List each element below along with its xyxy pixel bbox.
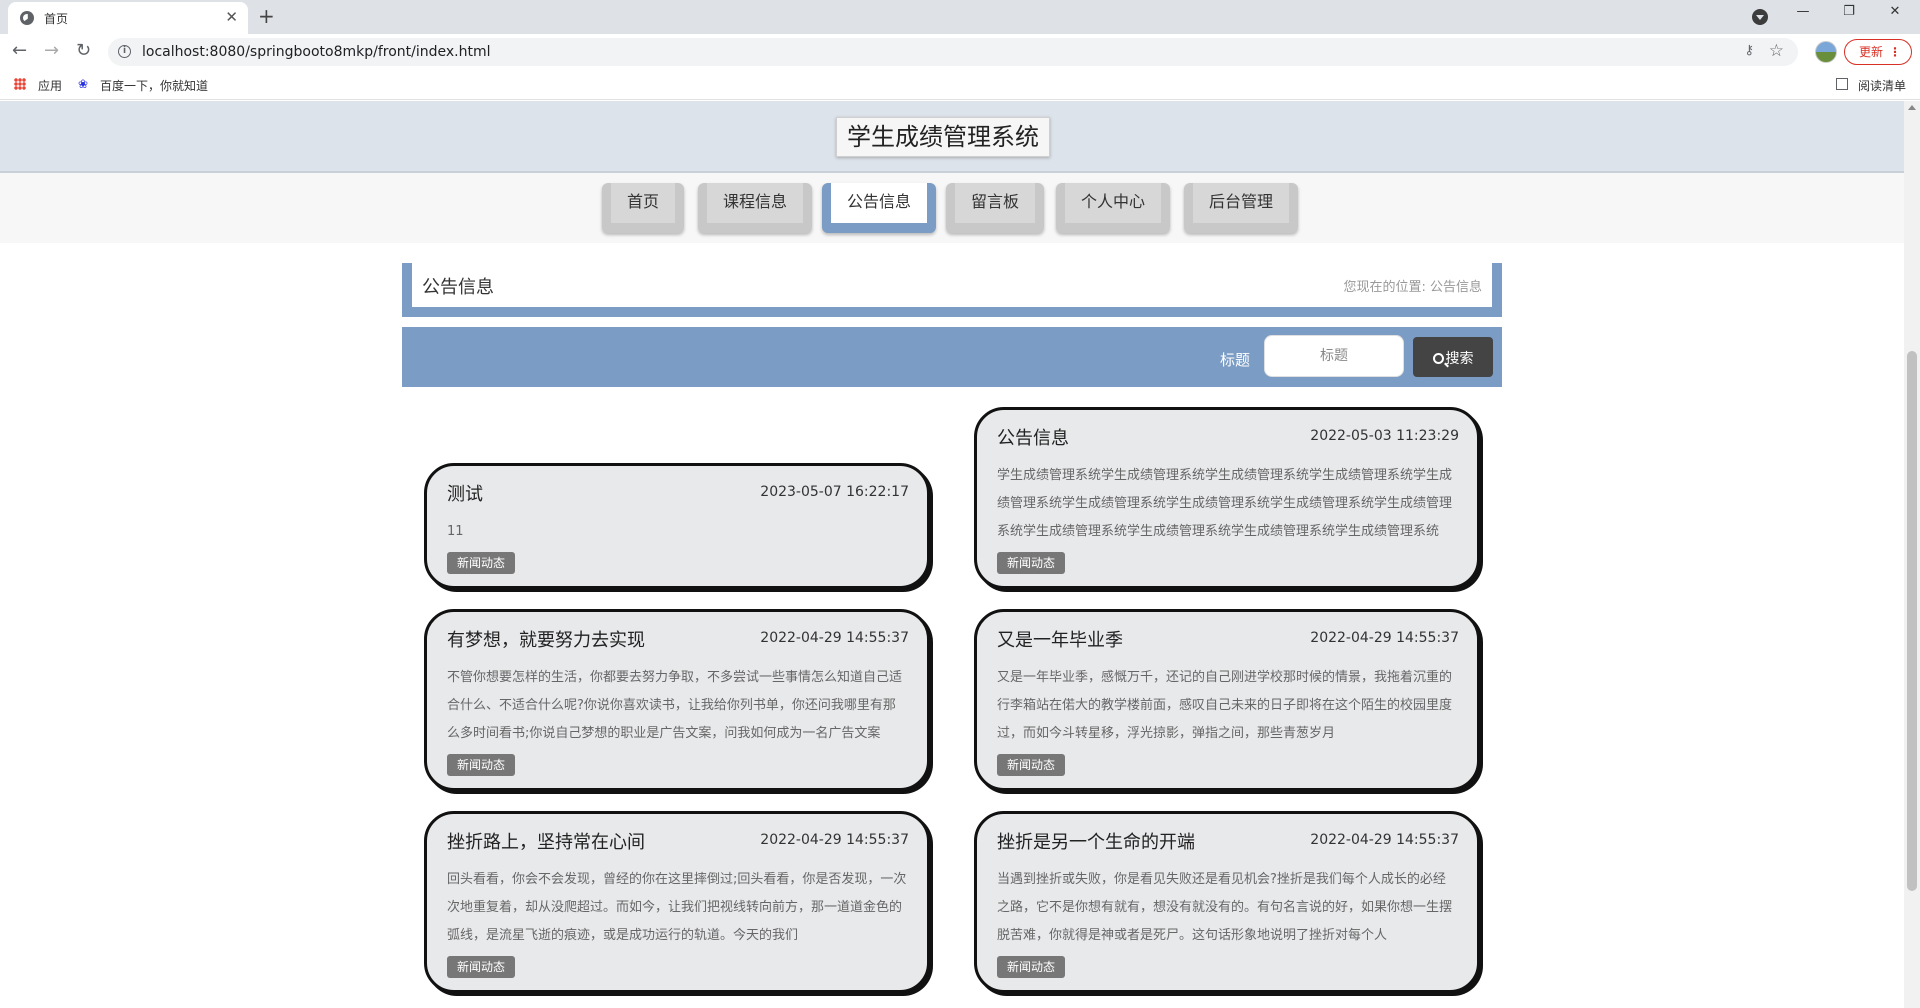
reading-list-button[interactable]: 阅读清单: [1858, 77, 1906, 94]
star-icon[interactable]: ☆: [1769, 41, 1784, 61]
nav-label: 公告信息: [831, 183, 927, 223]
breadcrumb-prefix: 您现在的位置:: [1343, 280, 1426, 295]
search-bar: 标题 搜索: [402, 327, 1502, 387]
nav-label: 首页: [611, 183, 675, 223]
breadcrumb-location: 您现在的位置: 公告信息: [1343, 276, 1482, 295]
update-label: 更新: [1859, 45, 1884, 59]
nav-label: 课程信息: [707, 183, 803, 223]
card-title: 测试: [447, 484, 483, 505]
baidu-paw-icon: ❀: [78, 77, 89, 91]
page-scrollbar[interactable]: [1904, 101, 1920, 1008]
bookmark-apps[interactable]: 应用: [38, 77, 62, 94]
card-body: 当遇到挫折或失败，你是看见失败还是看见机会?挫折是我们每个人成长的必经之路，它不…: [997, 872, 1453, 943]
close-window-icon[interactable]: ✕: [1872, 4, 1918, 28]
card-body: 学生成绩管理系统学生成绩管理系统学生成绩管理系统学生成绩管理系统学生成绩管理系统…: [997, 468, 1453, 539]
card-tag[interactable]: 新闻动态: [447, 956, 516, 978]
card-body: 回头看看，你会不会发现，曾经的你在这里摔倒过;回头看看，你是否发现，一次次地重复…: [447, 872, 907, 943]
card-tag[interactable]: 新闻动态: [447, 552, 516, 574]
bookmarks-bar: 应用 ❀ 百度一下，你就知道 阅读清单: [0, 70, 1920, 100]
forward-arrow-icon[interactable]: →: [44, 40, 59, 61]
breadcrumb-current[interactable]: 公告信息: [1430, 280, 1482, 295]
scrollbar-thumb[interactable]: [1907, 351, 1917, 891]
card-tag[interactable]: 新闻动态: [447, 754, 516, 776]
breadcrumb-inner: 公告信息 您现在的位置: 公告信息: [412, 263, 1492, 307]
card-date: 2023-05-07 16:22:17: [760, 484, 909, 500]
search-button-label: 搜索: [1445, 350, 1474, 366]
reload-icon[interactable]: ↻: [76, 40, 91, 61]
card-body: 又是一年毕业季，感慨万千，还记的自己刚进学校那时候的情景，我拖着沉重的行李箱站在…: [997, 670, 1453, 741]
nav-item-admin[interactable]: 后台管理: [1184, 183, 1298, 233]
nav-label: 留言板: [955, 183, 1035, 223]
tab-close-icon[interactable]: ✕: [225, 8, 238, 26]
key-icon[interactable]: ⚷: [1744, 43, 1754, 58]
apps-grid-icon: [14, 78, 26, 90]
nav-item-announcements[interactable]: 公告信息: [822, 183, 936, 233]
browser-tabstrip: 首页 ✕ + — ❐ ✕: [0, 0, 1920, 34]
nav-label: 后台管理: [1193, 183, 1289, 223]
card-date: 2022-04-29 14:55:37: [760, 630, 909, 646]
minimize-icon[interactable]: —: [1780, 4, 1826, 28]
avatar-icon[interactable]: [1815, 41, 1837, 63]
nav-item-messages[interactable]: 留言板: [946, 183, 1044, 233]
nav-item-courses[interactable]: 课程信息: [698, 183, 812, 233]
scroll-up-icon[interactable]: [1908, 105, 1916, 110]
announcement-card[interactable]: 挫折路上，坚持常在心间 2022-04-29 14:55:37 回头看看，你会不…: [424, 811, 930, 993]
card-title: 有梦想，就要努力去实现: [447, 630, 645, 651]
card-tag[interactable]: 新闻动态: [997, 754, 1066, 776]
restore-icon[interactable]: ❐: [1826, 4, 1872, 28]
card-date: 2022-04-29 14:55:37: [1310, 832, 1459, 848]
announcement-card[interactable]: 公告信息 2022-05-03 11:23:29 学生成绩管理系统学生成绩管理系…: [974, 407, 1480, 589]
card-date: 2022-04-29 14:55:37: [760, 832, 909, 848]
card-tag[interactable]: 新闻动态: [997, 956, 1066, 978]
card-body: 不管你想要怎样的生活，你都要去努力争取，不多尝试一些事情怎么知道自己适合什么、不…: [447, 670, 903, 741]
browser-tab[interactable]: 首页 ✕: [8, 2, 248, 34]
favicon-icon: [20, 11, 34, 25]
announcement-card[interactable]: 挫折是另一个生命的开端 2022-04-29 14:55:37 当遇到挫折或失败…: [974, 811, 1480, 993]
info-icon[interactable]: i: [118, 45, 131, 58]
new-tab-button[interactable]: +: [258, 4, 275, 28]
nav-label: 个人中心: [1065, 183, 1161, 223]
update-button[interactable]: 更新 ⋮: [1844, 39, 1912, 65]
page-viewport: 学生成绩管理系统 首页 课程信息 公告信息 留言板 个人中心 后台管理 公告信息…: [0, 101, 1920, 1008]
announcement-card[interactable]: 有梦想，就要努力去实现 2022-04-29 14:55:37 不管你想要怎样的…: [424, 609, 930, 791]
nav-item-profile[interactable]: 个人中心: [1056, 183, 1170, 233]
search-icon: [1432, 353, 1444, 364]
card-body: 11: [447, 524, 464, 539]
tab-search-icon[interactable]: [1752, 9, 1768, 25]
card-tag[interactable]: 新闻动态: [997, 552, 1066, 574]
url-text[interactable]: localhost:8080/springbooto8mkp/front/ind…: [142, 44, 490, 60]
bookmark-baidu[interactable]: 百度一下，你就知道: [100, 77, 208, 94]
card-title: 公告信息: [997, 428, 1069, 449]
card-date: 2022-04-29 14:55:37: [1310, 630, 1459, 646]
site-title: 学生成绩管理系统: [836, 117, 1050, 157]
search-input[interactable]: [1264, 335, 1404, 377]
back-arrow-icon[interactable]: ←: [12, 40, 27, 61]
menu-dots-icon: ⋮: [1889, 45, 1901, 59]
nav-item-home[interactable]: 首页: [602, 183, 684, 233]
card-date: 2022-05-03 11:23:29: [1310, 428, 1459, 444]
search-label: 标题: [1220, 351, 1251, 369]
address-bar[interactable]: i localhost:8080/springbooto8mkp/front/i…: [108, 38, 1798, 66]
browser-toolbar: ← → ↻ i localhost:8080/springbooto8mkp/f…: [0, 34, 1920, 70]
search-button[interactable]: 搜索: [1413, 337, 1493, 377]
tab-title: 首页: [44, 12, 69, 26]
site-header: 学生成绩管理系统: [0, 101, 1904, 173]
announcement-card[interactable]: 又是一年毕业季 2022-04-29 14:55:37 又是一年毕业季，感慨万千…: [974, 609, 1480, 791]
reading-list-icon: [1836, 78, 1848, 90]
breadcrumb: 公告信息 您现在的位置: 公告信息: [402, 263, 1502, 317]
card-title: 挫折是另一个生命的开端: [997, 832, 1195, 853]
card-title: 挫折路上，坚持常在心间: [447, 832, 645, 853]
announcement-card[interactable]: 测试 2023-05-07 16:22:17 11 新闻动态: [424, 463, 930, 589]
card-title: 又是一年毕业季: [997, 630, 1123, 651]
page-title: 公告信息: [422, 277, 494, 298]
